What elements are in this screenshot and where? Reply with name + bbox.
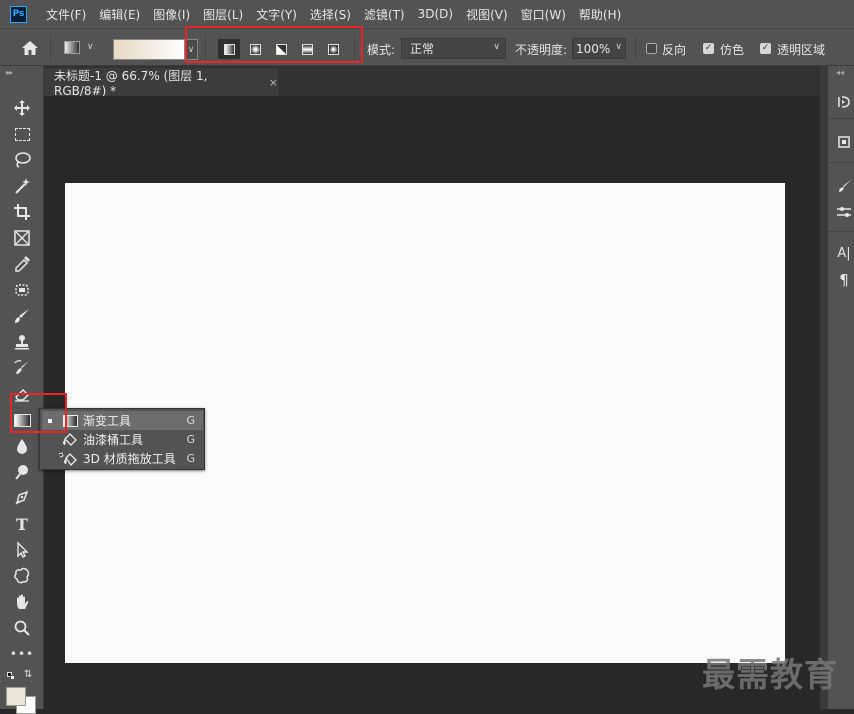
type-tool-icon[interactable]: T: [8, 513, 36, 535]
transparency-label: 透明区域: [777, 43, 826, 57]
options-separator: [50, 36, 51, 60]
foreground-color-swatch[interactable]: [6, 687, 26, 706]
collapse-arrows-icon[interactable]: ▸▸: [6, 68, 13, 77]
marquee-tool-icon[interactable]: [8, 123, 36, 145]
adjustments-icon[interactable]: [834, 202, 854, 222]
options-separator: [635, 36, 636, 60]
menu-file[interactable]: 文件(F): [46, 6, 86, 23]
flyout-item-label: 油漆桶工具: [83, 433, 144, 447]
photoshop-logo: Ps: [10, 5, 27, 23]
history-brush-icon[interactable]: [8, 357, 36, 379]
panel-separator: [828, 162, 854, 163]
document-tab-title: 未标题-1 @ 66.7% (图层 1, RGB/8#) *: [54, 68, 208, 98]
gradient-preset-icon[interactable]: [64, 41, 80, 54]
highlight-gradient-types: [185, 26, 363, 63]
menu-bar: Ps 文件(F) 编辑(E) 图像(I) 图层(L) 文字(Y) 选择(S) 滤…: [0, 0, 854, 28]
paint-bucket-icon: [62, 432, 78, 447]
healing-brush-icon[interactable]: [8, 279, 36, 301]
menu-select[interactable]: 选择(S): [310, 6, 351, 23]
document-tab-bar: 未标题-1 @ 66.7% (图层 1, RGB/8#) * ×: [44, 66, 820, 98]
path-selection-icon[interactable]: [8, 539, 36, 561]
blur-tool-icon[interactable]: [8, 435, 36, 457]
flyout-item-3d-material-drop[interactable]: 3D 材质拖放工具 G: [42, 449, 203, 468]
move-tool-icon[interactable]: [8, 97, 36, 119]
magic-wand-icon[interactable]: [8, 175, 36, 197]
chevron-down-icon[interactable]: ∨: [87, 42, 94, 52]
close-icon[interactable]: ×: [269, 76, 278, 89]
flyout-item-label: 3D 材质拖放工具: [83, 452, 176, 466]
libraries-panel-icon[interactable]: [834, 132, 854, 152]
menu-help[interactable]: 帮助(H): [579, 6, 621, 23]
opacity-label: 不透明度:: [515, 43, 568, 57]
mode-select[interactable]: 正常 ∨: [401, 38, 506, 59]
mode-label: 模式:: [367, 43, 396, 57]
3d-material-drop-icon: [58, 451, 80, 466]
brush-settings-icon[interactable]: [834, 176, 854, 196]
paragraph-panel-icon[interactable]: ¶: [834, 270, 854, 290]
flyout-item-shortcut: G: [186, 452, 195, 465]
menu-type[interactable]: 文字(Y): [256, 6, 297, 23]
menu-filter[interactable]: 滤镜(T): [364, 6, 405, 23]
zoom-tool-icon[interactable]: [8, 617, 36, 639]
dither-label: 仿色: [720, 43, 745, 57]
chevron-down-icon: ∨: [615, 42, 622, 52]
menu-window[interactable]: 窗口(W): [521, 6, 566, 23]
collapse-arrows-icon[interactable]: ◂◂: [836, 68, 844, 77]
history-panel-icon[interactable]: [834, 92, 854, 112]
lasso-tool-icon[interactable]: [8, 149, 36, 171]
brush-tool-icon[interactable]: [8, 305, 36, 327]
options-bar: ∨ ∨ 模式: 正常 ∨ 不透明度: 100% ∨ 反向 ✓ 仿色 ✓ 透明区域: [0, 28, 854, 66]
watermark: 最需教育: [702, 655, 838, 694]
transparency-checkbox[interactable]: ✓: [760, 43, 771, 54]
menu-3d[interactable]: 3D(D): [418, 7, 453, 21]
menu-image[interactable]: 图像(I): [153, 6, 190, 23]
menu-layer[interactable]: 图层(L): [203, 6, 243, 23]
pen-tool-icon[interactable]: [8, 487, 36, 509]
tools-panel: ▸▸ T ••• ⇅: [0, 66, 44, 714]
menu-view[interactable]: 视图(V): [466, 6, 508, 23]
gradient-editor-preview[interactable]: [113, 39, 185, 60]
home-icon[interactable]: [20, 39, 40, 57]
panel-separator: [828, 118, 854, 119]
flyout-item-shortcut: G: [186, 414, 195, 427]
reverse-label: 反向: [662, 43, 687, 57]
dodge-tool-icon[interactable]: [8, 461, 36, 483]
panel-divider: [820, 66, 828, 709]
swap-colors-icon[interactable]: ⇅: [24, 669, 32, 680]
character-panel-icon[interactable]: A|: [834, 243, 854, 263]
menu-edit[interactable]: 编辑(E): [99, 6, 140, 23]
flyout-item-label: 渐变工具: [83, 414, 132, 428]
crop-tool-icon[interactable]: [8, 201, 36, 223]
hand-tool-icon[interactable]: [8, 591, 36, 613]
frame-tool-icon[interactable]: [8, 227, 36, 249]
chevron-down-icon: ∨: [493, 42, 500, 52]
dither-checkbox[interactable]: ✓: [703, 43, 714, 54]
mode-value: 正常: [410, 42, 435, 56]
flyout-item-shortcut: G: [186, 433, 195, 446]
more-tools-icon[interactable]: •••: [8, 643, 36, 665]
reverse-checkbox[interactable]: [646, 43, 657, 54]
default-colors-icon[interactable]: [7, 672, 15, 680]
opacity-value: 100%: [576, 41, 611, 56]
opacity-field[interactable]: 100% ∨: [572, 38, 626, 59]
shape-tool-icon[interactable]: [8, 565, 36, 587]
highlight-gradient-tool: [10, 393, 67, 433]
eyedropper-icon[interactable]: [8, 253, 36, 275]
canvas-area: [44, 96, 820, 709]
panel-separator: [828, 231, 854, 232]
clone-stamp-icon[interactable]: [8, 331, 36, 353]
document-tab[interactable]: 未标题-1 @ 66.7% (图层 1, RGB/8#) * ×: [44, 68, 278, 98]
